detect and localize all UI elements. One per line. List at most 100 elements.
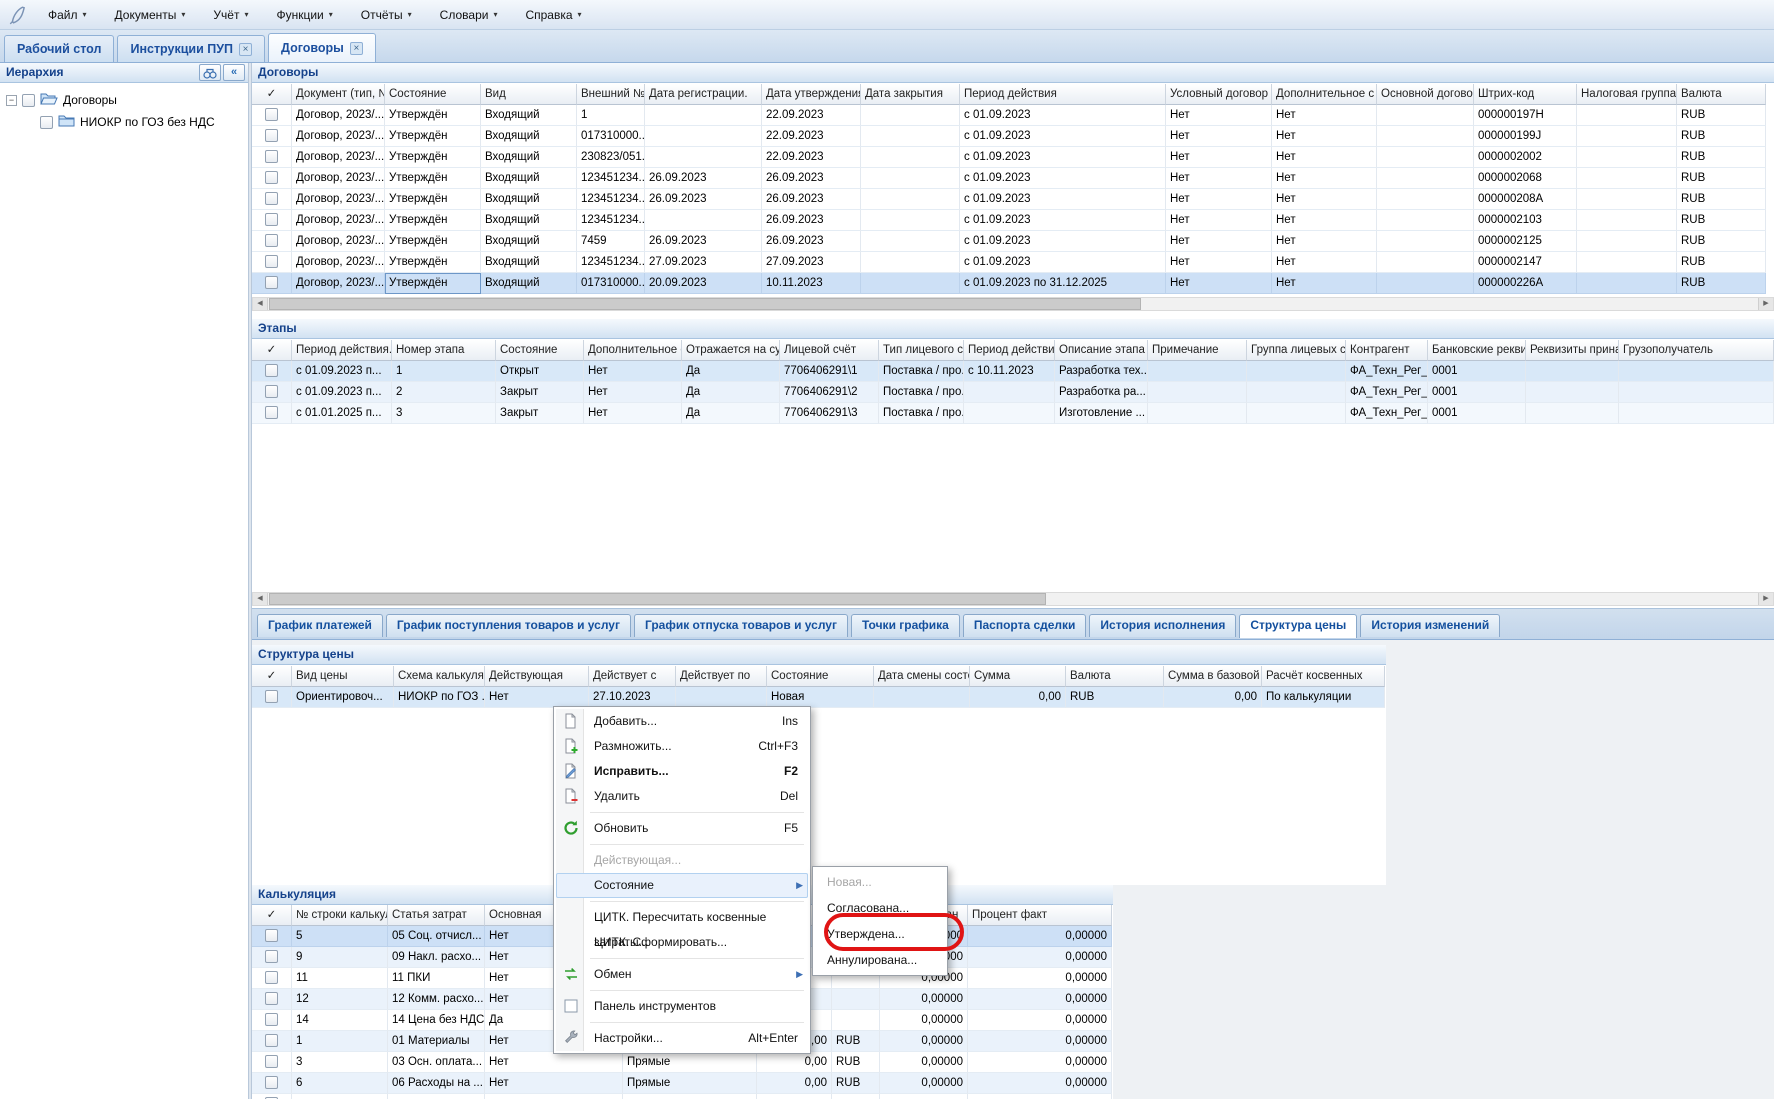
- context-menu-item-15[interactable]: Панель инструментов: [556, 994, 808, 1019]
- context-menu-item-5[interactable]: ОбновитьF5: [556, 816, 808, 841]
- row-checkbox[interactable]: [265, 234, 278, 247]
- row-checkbox[interactable]: [265, 406, 278, 419]
- column-header[interactable]: Дополнительное с: [1272, 84, 1377, 105]
- subtab-2[interactable]: График отпуска товаров и услуг: [634, 614, 848, 637]
- column-header[interactable]: ✓: [252, 905, 292, 926]
- scrollbar-thumb[interactable]: [269, 298, 1141, 310]
- row-checkbox[interactable]: [265, 1034, 278, 1047]
- column-header[interactable]: ✓: [252, 84, 292, 105]
- context-menu-item-0[interactable]: Добавить...Ins: [556, 709, 808, 734]
- column-header[interactable]: Период действия д: [964, 340, 1055, 361]
- table-row[interactable]: Договор, 2023/...УтверждёнВходящий123451…: [252, 168, 1766, 189]
- column-header[interactable]: Основной договор: [1377, 84, 1474, 105]
- column-header[interactable]: Состояние: [385, 84, 481, 105]
- row-checkbox[interactable]: [265, 364, 278, 377]
- column-header[interactable]: Вид: [481, 84, 577, 105]
- column-header[interactable]: Период действия: [960, 84, 1166, 105]
- collapse-sidebar-button[interactable]: «: [223, 64, 245, 81]
- column-header[interactable]: Сумма: [970, 666, 1066, 687]
- row-checkbox[interactable]: [265, 950, 278, 963]
- subtab-4[interactable]: Паспорта сделки: [963, 614, 1087, 637]
- menubar-item-2[interactable]: Учёт▾: [207, 8, 254, 22]
- menubar-item-1[interactable]: Документы▾: [109, 8, 192, 22]
- table-row[interactable]: Договор, 2023/...УтверждёнВходящий017310…: [252, 126, 1766, 147]
- column-header[interactable]: Банковские рекви: [1428, 340, 1526, 361]
- column-header[interactable]: Условный договор: [1166, 84, 1272, 105]
- column-header[interactable]: Описание этапа: [1055, 340, 1148, 361]
- column-header[interactable]: ✓: [252, 340, 292, 361]
- column-header[interactable]: Внешний №: [577, 84, 645, 105]
- contracts-hscrollbar[interactable]: ◀ ▶: [252, 297, 1774, 311]
- subtab-3[interactable]: Точки графика: [851, 614, 960, 637]
- row-checkbox[interactable]: [265, 108, 278, 121]
- table-row[interactable]: Договор, 2023/...УтверждёнВходящий230823…: [252, 147, 1766, 168]
- row-checkbox[interactable]: [265, 690, 278, 703]
- column-header[interactable]: Дата закрытия: [861, 84, 960, 105]
- table-row[interactable]: Договор, 2023/...УтверждёнВходящий017310…: [252, 273, 1766, 294]
- column-header[interactable]: Грузополучатель: [1619, 340, 1774, 361]
- tree-item-0[interactable]: −Договоры: [0, 89, 248, 111]
- tab-close-icon[interactable]: ×: [239, 43, 252, 56]
- context-menu-item-11[interactable]: ЦИТК. Сформировать...: [556, 930, 808, 955]
- column-header[interactable]: Валюта: [1066, 666, 1164, 687]
- column-header[interactable]: Период действия..: [292, 340, 392, 361]
- row-checkbox[interactable]: [265, 929, 278, 942]
- scroll-right-arrow-icon[interactable]: ▶: [1758, 593, 1773, 605]
- subtab-6[interactable]: Структура цены: [1239, 614, 1357, 638]
- row-checkbox[interactable]: [265, 1055, 278, 1068]
- table-row[interactable]: Ориентировоч...НИОКР по ГОЗ ...Нет27.10.…: [252, 687, 1385, 708]
- column-header[interactable]: Реквизиты принад: [1526, 340, 1619, 361]
- column-header[interactable]: Документ (тип, №: [292, 84, 385, 105]
- column-header[interactable]: Состояние: [767, 666, 874, 687]
- column-header[interactable]: Дата регистрации.: [645, 84, 762, 105]
- scroll-right-arrow-icon[interactable]: ▶: [1758, 298, 1773, 310]
- column-header[interactable]: Номер этапа: [392, 340, 496, 361]
- context-menu-item-2[interactable]: Исправить...F2: [556, 759, 808, 784]
- find-button[interactable]: [199, 64, 221, 81]
- column-header[interactable]: ✓: [252, 666, 292, 687]
- row-checkbox[interactable]: [265, 192, 278, 205]
- table-row[interactable]: Договор, 2023/...УтверждёнВходящий123451…: [252, 189, 1766, 210]
- table-row[interactable]: с 01.01.2025 п...3ЗакрытНетДа7706406291\…: [252, 403, 1774, 424]
- column-header[interactable]: Вид цены: [292, 666, 394, 687]
- scrollbar-thumb[interactable]: [269, 593, 1046, 605]
- menubar-item-4[interactable]: Отчёты▾: [355, 8, 418, 22]
- context-menu-item-1[interactable]: Размножить...Ctrl+F3: [556, 734, 808, 759]
- row-checkbox[interactable]: [265, 129, 278, 142]
- row-checkbox[interactable]: [265, 150, 278, 163]
- column-header[interactable]: Лицевой счёт: [780, 340, 879, 361]
- tree-checkbox[interactable]: [22, 94, 35, 107]
- tab-2[interactable]: Договоры×: [268, 33, 376, 62]
- column-header[interactable]: Процент факт: [968, 905, 1112, 926]
- menubar-item-0[interactable]: Файл▾: [42, 8, 93, 22]
- column-header[interactable]: Тип лицевого счёт: [879, 340, 964, 361]
- column-header[interactable]: Статья затрат: [388, 905, 485, 926]
- row-checkbox[interactable]: [265, 1013, 278, 1026]
- context-menu-item-3[interactable]: УдалитьDel: [556, 784, 808, 809]
- column-header[interactable]: Дата смены состо: [874, 666, 970, 687]
- table-row[interactable]: с 01.09.2023 п...1ОткрытНетДа7706406291\…: [252, 361, 1774, 382]
- column-header[interactable]: Контрагент: [1346, 340, 1428, 361]
- menubar-item-6[interactable]: Справка▾: [519, 8, 587, 22]
- tab-1[interactable]: Инструкции ПУП×: [117, 35, 265, 62]
- row-checkbox[interactable]: [265, 1076, 278, 1089]
- row-checkbox[interactable]: [265, 276, 278, 289]
- column-header[interactable]: Действующая: [485, 666, 589, 687]
- table-row[interactable]: Договор, 2023/...УтверждёнВходящий745926…: [252, 231, 1766, 252]
- context-menu-item-13[interactable]: Обмен▶: [556, 962, 808, 987]
- column-header[interactable]: Штрих-код: [1474, 84, 1577, 105]
- table-row[interactable]: 303 Осн. оплата...НетПрямые0,00RUB0,0000…: [252, 1052, 1112, 1073]
- column-header[interactable]: Действует по: [676, 666, 767, 687]
- table-row[interactable]: Договор, 2023/...УтверждёнВходящий122.09…: [252, 105, 1766, 126]
- column-header[interactable]: Примечание: [1148, 340, 1247, 361]
- scroll-left-arrow-icon[interactable]: ◀: [253, 298, 268, 310]
- row-checkbox[interactable]: [265, 992, 278, 1005]
- column-header[interactable]: Группа лицевых сч: [1247, 340, 1346, 361]
- tab-0[interactable]: Рабочий стол: [4, 35, 114, 62]
- column-header[interactable]: Схема калькуляци: [394, 666, 485, 687]
- table-row[interactable]: Договор, 2023/...УтверждёнВходящий123451…: [252, 210, 1766, 231]
- column-header[interactable]: Действует с: [589, 666, 676, 687]
- subtab-0[interactable]: График платежей: [257, 614, 383, 637]
- detail-hscrollbar[interactable]: ◀ ▶: [252, 592, 1774, 606]
- column-header[interactable]: Расчёт косвенных: [1262, 666, 1385, 687]
